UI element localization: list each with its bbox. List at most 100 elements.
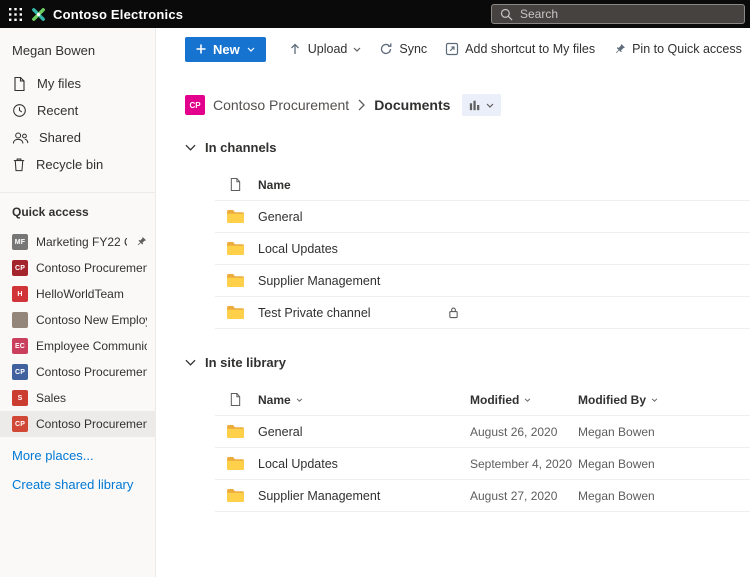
chevron-down-icon (247, 47, 255, 52)
quick-access-item[interactable]: H HelloWorldTeam (0, 281, 155, 307)
quick-access-item[interactable]: MF Marketing FY22 Q1... (0, 229, 155, 255)
table-row[interactable]: Test Private channel (215, 297, 750, 329)
new-button[interactable]: New (185, 36, 266, 62)
brand[interactable]: Contoso Electronics (30, 6, 183, 23)
site-chip[interactable]: CP (185, 95, 205, 115)
site-chip-initials: MF (14, 238, 26, 246)
pin-icon (135, 236, 147, 248)
quick-access-item[interactable]: Contoso New Employee ... (0, 307, 155, 333)
lock-icon (448, 306, 459, 319)
file-modified-by: Megan Bowen (578, 424, 655, 439)
quick-access-item[interactable]: CP Contoso Procurement - T... (0, 359, 155, 385)
column-view-icon (470, 100, 480, 111)
app-launcher-waffle-icon[interactable] (0, 0, 30, 28)
sync-icon (381, 43, 392, 55)
document-icon (225, 392, 245, 407)
sync-button[interactable]: Sync (370, 36, 436, 62)
view-options-button[interactable] (462, 94, 502, 116)
pin-to-quick-access-label: Pin to Quick access (632, 42, 742, 56)
site-chip: CP (12, 416, 28, 432)
create-shared-library-link[interactable]: Create shared library (0, 470, 155, 499)
chevron-down-icon (185, 359, 196, 366)
table-row[interactable]: General (215, 201, 750, 233)
quick-access-item[interactable]: EC Employee Communication (0, 333, 155, 359)
quick-access-item[interactable]: S Sales (0, 385, 155, 411)
section-header-in-channels[interactable]: In channels (157, 140, 277, 155)
table-row[interactable]: Local Updates (215, 233, 750, 265)
quick-access-label: Contoso Procurement - T... (36, 365, 147, 379)
file-name: General (258, 424, 303, 439)
quick-access-item[interactable]: CP Contoso Procurement USA (0, 255, 155, 281)
table-row[interactable]: Supplier Management August 27, 2020 Mega… (215, 480, 750, 512)
search-icon (500, 8, 513, 20)
quick-access-label: Contoso Procurement USA (36, 261, 147, 275)
add-shortcut-button[interactable]: Add shortcut to My files (436, 36, 604, 62)
sidebar-item-label: Recent (37, 103, 79, 118)
more-places-link[interactable]: More places... (0, 441, 155, 470)
folder-icon (225, 273, 245, 288)
sidebar-item-my-files[interactable]: My files (0, 70, 155, 97)
file-name: Test Private channel (258, 305, 371, 320)
file-modified: September 4, 2020 (470, 456, 573, 471)
quick-access-label: Sales (36, 391, 67, 405)
column-header-name[interactable]: Name (258, 178, 448, 192)
plus-icon (196, 44, 206, 54)
search-box[interactable] (491, 4, 745, 24)
file-modified-by: Megan Bowen (578, 456, 655, 471)
file-name: General (258, 209, 303, 224)
file-name: Supplier Management (258, 488, 381, 503)
column-header-name[interactable]: Name (258, 393, 470, 407)
column-label: Modified By (578, 392, 646, 407)
site-chip: S (12, 390, 28, 406)
library-table: Name Modified Modified By General August… (215, 384, 750, 512)
quick-access-label: Marketing FY22 Q1... (36, 235, 127, 249)
table-row[interactable]: Supplier Management (215, 265, 750, 297)
pin-icon (616, 43, 625, 53)
column-header-modified[interactable]: Modified (470, 393, 578, 407)
chevron-down-icon (353, 47, 361, 52)
file-modified-by: Megan Bowen (578, 488, 655, 503)
quick-access-item[interactable]: CP Contoso Procurement (0, 411, 155, 437)
section-title: In site library (205, 355, 286, 370)
chevron-down-icon (185, 144, 196, 151)
breadcrumb-site-link[interactable]: Contoso Procurement (213, 97, 349, 113)
upload-icon (290, 43, 299, 54)
site-chip (12, 312, 28, 328)
add-shortcut-label: Add shortcut to My files (465, 42, 596, 56)
trash-icon (13, 158, 25, 172)
quick-access-label: Contoso Procurement (36, 417, 147, 431)
user-name: Megan Bowen (12, 43, 96, 58)
sidebar-divider (0, 192, 155, 193)
quick-access-list: MF Marketing FY22 Q1... CP Contoso Procu… (0, 229, 155, 437)
column-header-modified-by[interactable]: Modified By (578, 393, 750, 407)
site-chip: CP (12, 260, 28, 276)
table-row[interactable]: General August 26, 2020 Megan Bowen (215, 416, 750, 448)
search-input[interactable] (520, 7, 736, 21)
breadcrumb: CP Contoso Procurement Documents (185, 94, 750, 116)
pin-to-quick-access-button[interactable]: Pin to Quick access (604, 36, 750, 62)
waffle-icon (8, 7, 22, 21)
file-modified: August 26, 2020 (470, 424, 558, 439)
section-header-in-site-library[interactable]: In site library (157, 355, 286, 370)
site-chip: EC (12, 338, 28, 354)
chevron-down-icon (524, 397, 531, 402)
file-name: Local Updates (258, 241, 338, 256)
upload-button[interactable]: Upload (279, 36, 371, 62)
new-button-label: New (213, 41, 240, 57)
sidebar-item-label: My files (37, 76, 82, 91)
site-chip-initials: S (17, 394, 23, 402)
sidebar-item-shared[interactable]: Shared (0, 124, 155, 151)
site-chip-initials: CP (14, 368, 26, 376)
folder-icon (225, 456, 245, 471)
table-row[interactable]: Local Updates September 4, 2020 Megan Bo… (215, 448, 750, 480)
channels-rows: General Local Updates Supplier Managemen… (215, 201, 750, 329)
sidebar-item-recent[interactable]: Recent (0, 97, 155, 124)
folder-icon (225, 241, 245, 256)
add-shortcut-icon (446, 42, 459, 56)
sidebar-item-recycle-bin[interactable]: Recycle bin (0, 151, 155, 178)
file-icon (14, 76, 25, 91)
file-modified: August 27, 2020 (470, 488, 558, 503)
site-chip-initials: CP (14, 264, 26, 272)
sync-button-label: Sync (399, 42, 428, 56)
library-table-header: Name Modified Modified By (215, 384, 750, 416)
